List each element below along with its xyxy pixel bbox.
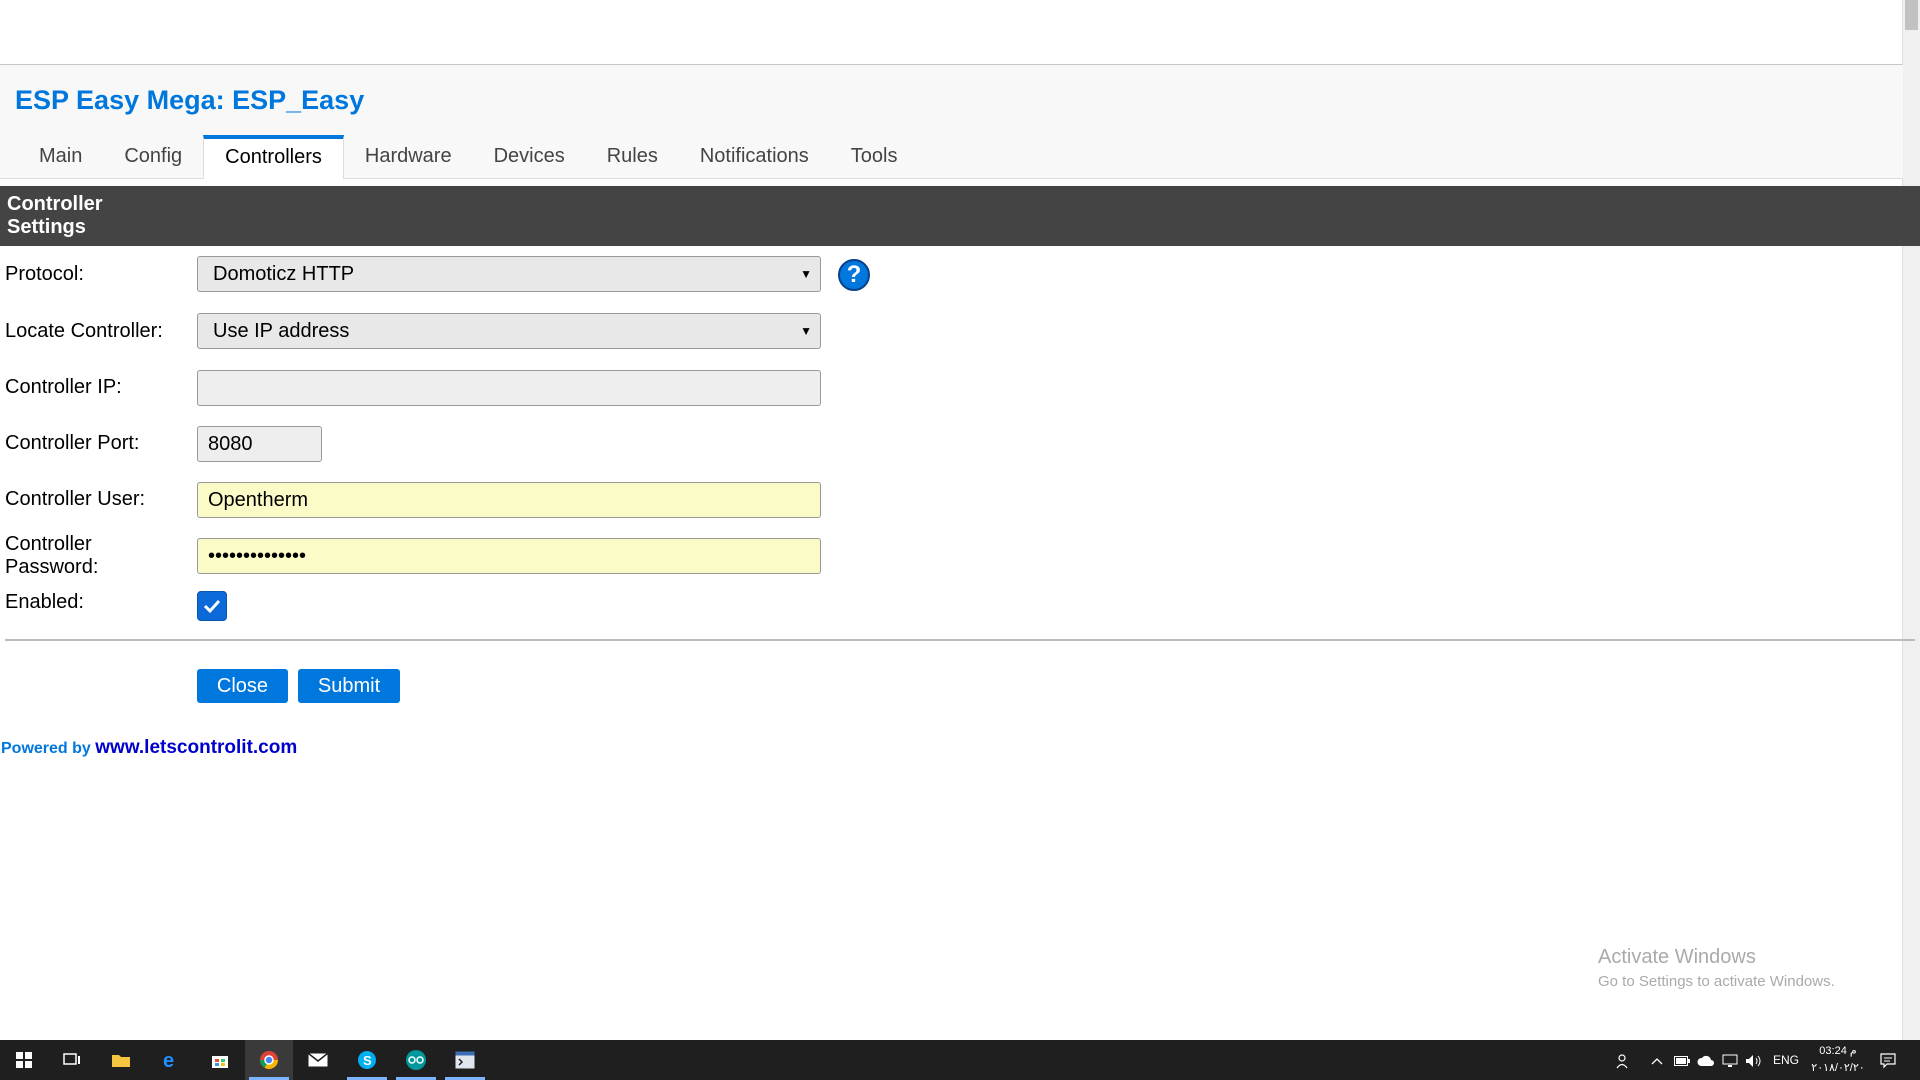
- clock-time: 03:24 م: [1819, 1045, 1857, 1057]
- help-icon[interactable]: ?: [838, 259, 870, 291]
- form-divider: [5, 639, 1915, 641]
- store-icon[interactable]: [196, 1040, 244, 1080]
- tab-hardware[interactable]: Hardware: [344, 135, 473, 178]
- windows-start-icon[interactable]: [0, 1040, 48, 1080]
- controller-password-input[interactable]: [197, 538, 821, 574]
- close-button[interactable]: Close: [197, 669, 288, 703]
- file-explorer-icon[interactable]: [97, 1040, 145, 1080]
- page-scrollbar[interactable]: [1902, 0, 1920, 1040]
- letscontrolit-link[interactable]: www.letscontrolit.com: [95, 737, 297, 758]
- powered-by: Powered by www.letscontrolit.com: [1, 737, 297, 759]
- chevron-up-icon[interactable]: [1651, 1040, 1663, 1080]
- battery-icon[interactable]: [1674, 1040, 1690, 1080]
- scrollbar-thumb[interactable]: [1905, 0, 1918, 30]
- skype-icon[interactable]: S: [343, 1040, 391, 1080]
- tab-notifications[interactable]: Notifications: [679, 135, 830, 178]
- dropdown-arrow-icon: ▼: [800, 324, 812, 338]
- task-view-icon[interactable]: [48, 1040, 96, 1080]
- protocol-value: Domoticz HTTP: [213, 263, 355, 285]
- protocol-label: Protocol:: [5, 263, 84, 285]
- activate-windows-watermark: Activate Windows Go to Settings to activ…: [1598, 946, 1835, 990]
- locate-controller-value: Use IP address: [213, 320, 350, 342]
- chrome-icon[interactable]: [245, 1040, 293, 1080]
- section-title: Controller Settings: [7, 193, 103, 238]
- svg-text:S: S: [363, 1053, 372, 1068]
- site-title: ESP Easy Mega: ESP_Easy: [15, 85, 365, 115]
- browser-top-strip: [0, 0, 1903, 65]
- dropdown-arrow-icon: ▼: [800, 267, 812, 281]
- enabled-checkbox[interactable]: [197, 591, 227, 621]
- people-icon[interactable]: [1616, 1040, 1632, 1080]
- locate-controller-select[interactable]: Use IP address ▼: [197, 313, 821, 349]
- tab-rules[interactable]: Rules: [586, 135, 679, 178]
- controller-ip-label: Controller IP:: [5, 376, 122, 398]
- volume-icon[interactable]: [1745, 1040, 1761, 1080]
- page-header: ESP Easy Mega: ESP_Easy Main Config Cont…: [0, 65, 1903, 179]
- powered-by-label: Powered by: [1, 740, 91, 757]
- terminal-icon[interactable]: [441, 1040, 489, 1080]
- main-tabs: Main Config Controllers Hardware Devices…: [18, 135, 919, 179]
- tab-main[interactable]: Main: [18, 135, 103, 178]
- submit-button[interactable]: Submit: [298, 669, 400, 703]
- svg-text:e: e: [163, 1050, 174, 1070]
- enabled-label: Enabled:: [5, 591, 84, 613]
- controller-port-label: Controller Port:: [5, 432, 140, 454]
- windows-taskbar: e S ENG 03:24 م ٢٠١٨/٠٢/٢٠: [0, 1040, 1920, 1080]
- watermark-title: Activate Windows: [1598, 946, 1756, 968]
- controller-user-label: Controller User:: [5, 488, 146, 510]
- tab-devices[interactable]: Devices: [473, 135, 586, 178]
- controller-password-label: Controller Password:: [5, 533, 99, 578]
- watermark-subtitle: Go to Settings to activate Windows.: [1598, 973, 1835, 990]
- checkmark-icon: [203, 599, 221, 614]
- language-indicator[interactable]: ENG: [1773, 1040, 1799, 1080]
- edge-icon[interactable]: e: [146, 1040, 194, 1080]
- protocol-select[interactable]: Domoticz HTTP ▼: [197, 256, 821, 292]
- mail-icon[interactable]: [294, 1040, 342, 1080]
- controller-ip-input[interactable]: [197, 370, 821, 406]
- section-header: Controller Settings: [0, 186, 1920, 246]
- tab-config[interactable]: Config: [103, 135, 203, 178]
- clock-date: ٢٠١٨/٠٢/٢٠: [1811, 1062, 1865, 1074]
- taskbar-clock[interactable]: 03:24 م ٢٠١٨/٠٢/٢٠: [1808, 1043, 1868, 1077]
- locate-controller-label: Locate Controller:: [5, 320, 163, 342]
- controller-user-input[interactable]: [197, 482, 821, 518]
- tab-tools[interactable]: Tools: [830, 135, 919, 178]
- network-icon[interactable]: [1722, 1040, 1738, 1080]
- tab-controllers[interactable]: Controllers: [203, 135, 344, 179]
- arduino-icon[interactable]: [392, 1040, 440, 1080]
- controller-port-input[interactable]: [197, 426, 322, 462]
- onedrive-icon[interactable]: [1697, 1040, 1715, 1080]
- action-center-icon[interactable]: [1880, 1040, 1896, 1080]
